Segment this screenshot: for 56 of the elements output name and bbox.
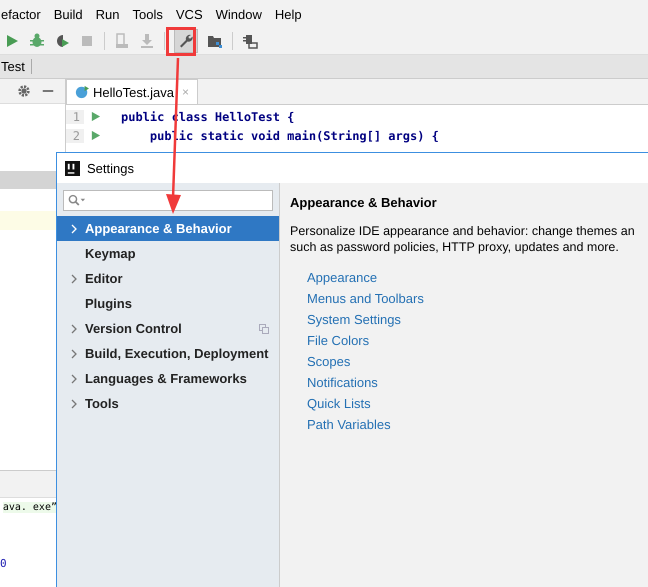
settings-link[interactable]: File Colors bbox=[307, 332, 370, 349]
chevron-icon bbox=[70, 348, 78, 358]
build-artifact-icon bbox=[114, 33, 130, 49]
breadcrumb-item[interactable]: Test bbox=[0, 59, 32, 74]
menu-item[interactable]: Build bbox=[54, 6, 83, 22]
settings-icon[interactable] bbox=[178, 33, 194, 49]
editor-tab[interactable]: HelloTest.java × bbox=[66, 79, 198, 104]
settings-link[interactable]: Quick Lists bbox=[307, 395, 371, 412]
menu-item[interactable]: VCS bbox=[176, 6, 203, 22]
project-structure-icon[interactable] bbox=[207, 33, 223, 49]
description-text: such as password policies, HTTP proxy, updates and more. bbox=[290, 239, 620, 255]
highlight-frame bbox=[166, 27, 196, 56]
settings-tree-item[interactable]: Appearance & Behavior bbox=[57, 216, 279, 241]
tab-label: HelloTest.java bbox=[93, 84, 174, 100]
run-gutter-icon[interactable] bbox=[90, 111, 101, 122]
menu-item[interactable]: Help bbox=[274, 6, 302, 22]
run-gutter-icon[interactable] bbox=[90, 130, 101, 141]
app-logo-icon bbox=[65, 160, 80, 176]
settings-link[interactable]: Notifications bbox=[307, 374, 378, 391]
download-icon bbox=[139, 33, 155, 49]
settings-tree-item[interactable]: Keymap bbox=[57, 241, 279, 266]
settings-tree-item[interactable]: Languages & Frameworks bbox=[57, 366, 279, 391]
chevron-icon bbox=[70, 374, 78, 384]
menu-item[interactable]: efactor bbox=[1, 6, 41, 22]
line-number: 1 bbox=[66, 110, 84, 124]
menu-item[interactable]: Window bbox=[216, 6, 262, 22]
search-field[interactable] bbox=[63, 190, 273, 211]
settings-link[interactable]: Path Variables bbox=[307, 416, 391, 433]
dialog-title: Settings bbox=[87, 160, 134, 176]
settings-tree-item[interactable]: Build, Execution, Deployment bbox=[57, 341, 279, 366]
bug-icon[interactable] bbox=[29, 33, 45, 49]
section-heading: Appearance & Behavior bbox=[290, 195, 438, 210]
line-number: 2 bbox=[66, 128, 84, 142]
console-line: 0 bbox=[0, 557, 7, 570]
chevron-icon bbox=[70, 398, 78, 408]
coverage-run-icon[interactable] bbox=[54, 33, 70, 49]
run-icon[interactable] bbox=[4, 33, 20, 49]
chevron-icon bbox=[70, 324, 78, 334]
chevron-icon bbox=[70, 274, 78, 284]
search-icon bbox=[68, 194, 86, 207]
gear-icon[interactable] bbox=[17, 84, 31, 98]
plugin-icon[interactable] bbox=[242, 33, 258, 49]
stop-icon bbox=[79, 33, 95, 49]
chevron-icon bbox=[70, 224, 78, 234]
settings-link[interactable]: Appearance bbox=[307, 269, 378, 286]
settings-tree-item[interactable]: Tools bbox=[57, 391, 279, 416]
menu-item[interactable]: Tools bbox=[132, 6, 163, 22]
menu-item[interactable]: Run bbox=[96, 6, 120, 22]
description-text: Personalize IDE appearance and behavior: change themes an bbox=[290, 223, 636, 239]
java-class-icon bbox=[75, 85, 89, 99]
settings-tree-item[interactable]: Editor bbox=[57, 266, 279, 291]
settings-link[interactable]: System Settings bbox=[307, 311, 401, 328]
settings-link[interactable]: Menus and Toolbars bbox=[307, 290, 424, 307]
settings-tree-item[interactable]: Plugins bbox=[57, 291, 279, 316]
settings-link[interactable]: Scopes bbox=[307, 353, 350, 370]
settings-tree-item[interactable]: Version Control bbox=[57, 316, 279, 341]
